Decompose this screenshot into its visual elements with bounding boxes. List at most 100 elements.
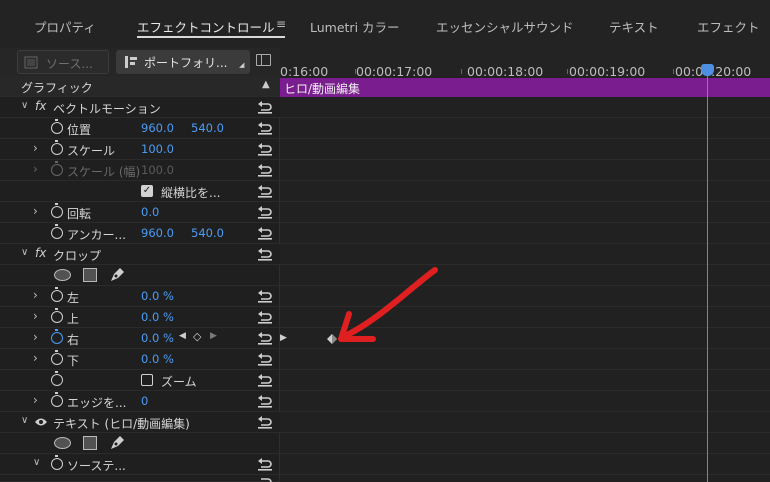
reset-icon[interactable]: [257, 247, 273, 261]
reset-icon[interactable]: [257, 310, 273, 324]
ellipse-mask-icon[interactable]: [54, 437, 71, 449]
position-y-value[interactable]: 540.0: [191, 121, 224, 135]
tab-effects[interactable]: エフェクト: [697, 17, 760, 36]
expand-chevron-icon[interactable]: ›: [33, 330, 38, 344]
reset-icon[interactable]: [257, 352, 273, 366]
expand-chevron-icon[interactable]: ›: [33, 351, 38, 365]
reset-icon[interactable]: [257, 457, 273, 471]
stopwatch-icon[interactable]: [51, 203, 63, 218]
crop-top-value[interactable]: 0.0 %: [141, 310, 174, 324]
effect-crop[interactable]: ∨ fx クロップ: [0, 244, 280, 265]
collapse-up-icon[interactable]: ▲: [262, 79, 270, 90]
stopwatch-icon[interactable]: [51, 308, 63, 323]
tab-properties[interactable]: プロパティ: [34, 17, 96, 36]
reset-icon[interactable]: [257, 373, 273, 387]
effect-vector-motion[interactable]: ∨ fx ベクトルモーション: [0, 97, 280, 118]
reset-icon[interactable]: [257, 121, 273, 135]
property-edge-feather: › エッジを... 0: [0, 391, 280, 412]
track-divider: [280, 201, 770, 202]
stopwatch-icon[interactable]: [51, 392, 63, 407]
property-label: 位置: [67, 123, 92, 137]
reset-icon[interactable]: [257, 331, 273, 345]
stopwatch-icon[interactable]: [51, 224, 63, 239]
crop-bottom-value[interactable]: 0.0 %: [141, 352, 174, 366]
track-divider: [280, 474, 770, 475]
expand-chevron-icon[interactable]: ∨: [21, 415, 28, 426]
stopwatch-icon[interactable]: [51, 371, 63, 386]
property-zoom: ズーム: [0, 370, 280, 391]
rectangle-mask-icon[interactable]: [83, 268, 97, 282]
position-x-value[interactable]: 960.0: [141, 121, 174, 135]
mask-tools-row: [0, 265, 280, 286]
anchor-y-value[interactable]: 540.0: [191, 226, 224, 240]
expand-chevron-icon[interactable]: ›: [33, 288, 38, 302]
tab-text[interactable]: テキスト: [609, 17, 659, 36]
stopwatch-icon[interactable]: [51, 119, 63, 134]
next-keyframe-icon[interactable]: ▶: [210, 331, 217, 341]
track-divider: [280, 453, 770, 454]
tab-lumetri-color[interactable]: Lumetri カラー: [310, 17, 400, 36]
effect-timeline[interactable]: 0:16:00 00:00:17:00 00:00:18:00 00:00:19…: [280, 48, 770, 482]
expand-chevron-icon[interactable]: ›: [33, 204, 38, 218]
track-divider: [280, 180, 770, 181]
uniform-scale-checkbox[interactable]: ✓: [141, 185, 153, 197]
playhead-line[interactable]: [707, 64, 708, 482]
reset-icon[interactable]: [257, 415, 273, 429]
tab-effect-controls[interactable]: エフェクトコントロール: [137, 17, 275, 36]
property-row-partial: [0, 475, 280, 482]
reset-icon[interactable]: [257, 205, 273, 219]
sequence-clip-button[interactable]: ポートフォリ... ◢: [116, 50, 250, 74]
reset-icon[interactable]: [257, 163, 273, 177]
expand-chevron-icon[interactable]: ∨: [21, 247, 28, 258]
expand-chevron-icon[interactable]: ›: [33, 393, 38, 407]
tab-menu-icon[interactable]: ≡: [276, 17, 286, 31]
keyframe-nav-arrow-icon: ▶: [280, 333, 287, 343]
pen-mask-icon[interactable]: [108, 266, 126, 284]
reset-icon[interactable]: [257, 184, 273, 198]
rotation-value[interactable]: 0.0: [141, 205, 159, 219]
crop-left-value[interactable]: 0.0 %: [141, 289, 174, 303]
reset-icon[interactable]: [257, 394, 273, 408]
fx-toggle-icon[interactable]: fx: [35, 99, 46, 113]
property-label: 縦横比を...: [161, 186, 221, 200]
source-clip-button[interactable]: ソース...: [17, 50, 109, 74]
eye-visibility-icon[interactable]: [34, 417, 48, 427]
clip-bar[interactable]: ヒロ/動画編集: [280, 78, 770, 97]
time-ruler[interactable]: 0:16:00 00:00:17:00 00:00:18:00 00:00:19…: [280, 48, 770, 79]
add-keyframe-icon[interactable]: ◇: [193, 330, 201, 343]
track-divider: [280, 369, 770, 370]
property-label: スケール: [67, 144, 116, 158]
expand-chevron-icon[interactable]: ∨: [33, 457, 40, 468]
stopwatch-icon[interactable]: [51, 455, 63, 470]
sequence-clip-label: ポートフォリ...: [144, 56, 228, 70]
scale-value[interactable]: 100.0: [141, 142, 174, 156]
fx-toggle-icon[interactable]: fx: [35, 246, 46, 260]
tab-essential-sound[interactable]: エッセンシャルサウンド: [436, 17, 574, 36]
stopwatch-active-icon[interactable]: [51, 329, 63, 344]
edge-feather-value[interactable]: 0: [141, 394, 148, 408]
crop-right-value[interactable]: 0.0 %: [141, 331, 174, 345]
property-label: 上: [67, 312, 80, 326]
stopwatch-icon[interactable]: [51, 350, 63, 365]
stopwatch-icon[interactable]: [51, 140, 63, 155]
expand-chevron-icon[interactable]: ›: [33, 309, 38, 323]
rectangle-mask-icon[interactable]: [83, 436, 97, 450]
zoom-checkbox[interactable]: [141, 374, 153, 386]
prev-keyframe-icon[interactable]: ◀: [179, 331, 186, 341]
effect-text-layer[interactable]: ∨ テキスト (ヒロ/動画編集): [0, 412, 280, 433]
reset-icon[interactable]: [257, 142, 273, 156]
playhead-handle[interactable]: [701, 64, 714, 76]
toggle-timeline-icon[interactable]: [256, 54, 271, 66]
reset-icon[interactable]: [257, 289, 273, 303]
property-label: ズーム: [161, 375, 197, 389]
property-rotation: › 回転 0.0: [0, 202, 280, 223]
expand-chevron-icon[interactable]: ∨: [21, 100, 28, 111]
ellipse-mask-icon[interactable]: [54, 269, 71, 281]
reset-icon[interactable]: [257, 475, 273, 482]
reset-icon[interactable]: [257, 100, 273, 114]
stopwatch-icon[interactable]: [51, 287, 63, 302]
expand-chevron-icon[interactable]: ›: [33, 141, 38, 155]
pen-mask-icon[interactable]: [108, 434, 126, 452]
anchor-x-value[interactable]: 960.0: [141, 226, 174, 240]
reset-icon[interactable]: [257, 226, 273, 240]
